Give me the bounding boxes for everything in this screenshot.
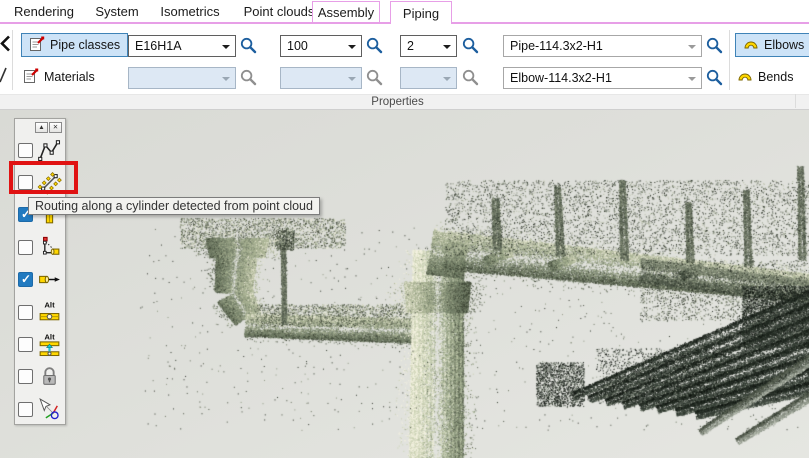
elbows-button[interactable]: Elbows [735, 33, 809, 57]
tab-piping[interactable]: Piping [390, 1, 452, 24]
pipe-size-value: 100 [287, 39, 308, 53]
svg-text:Alt: Alt [44, 300, 55, 309]
checkbox-alt-branch[interactable] [18, 337, 33, 352]
panel-close-button[interactable]: ✕ [49, 122, 62, 133]
lock-icon[interactable] [36, 363, 62, 391]
materials-label: Materials [44, 70, 95, 84]
checkbox-routing-along-cylinder[interactable] [18, 175, 33, 190]
tool-row-alt-cylinder[interactable]: Alt [15, 296, 65, 328]
alt-branch-arrow-icon[interactable]: Alt [36, 331, 62, 359]
application-window: Rendering System Isometrics Point clouds… [0, 0, 809, 458]
search-pipe-part-icon[interactable] [705, 36, 724, 55]
chevron-down-icon[interactable] [443, 77, 451, 81]
chevron-down-icon[interactable] [688, 77, 696, 81]
tool-row-lock[interactable] [15, 361, 65, 393]
bends-label: Bends [758, 70, 793, 84]
checkbox-polyline-route[interactable] [18, 143, 33, 158]
tool-row-free-move-triad[interactable] [15, 393, 65, 425]
tool-row-extend-cylinder[interactable] [15, 264, 65, 296]
chevron-down-icon[interactable] [348, 77, 356, 81]
search-material-size-icon[interactable] [365, 68, 384, 87]
tooltip: Routing along a cylinder detected from p… [28, 197, 320, 215]
chevron-down-icon[interactable] [222, 77, 230, 81]
tab-rendering[interactable]: Rendering [8, 1, 80, 22]
chevron-down-icon[interactable] [443, 45, 451, 49]
elbows-label: Elbows [764, 38, 804, 52]
extend-cylinder-arrow-icon[interactable] [36, 266, 62, 294]
checkbox-angle-from-cylinder[interactable] [18, 240, 33, 255]
materials-icon [23, 68, 39, 87]
checkbox-extend-cylinder[interactable] [18, 272, 33, 287]
bend-icon [737, 69, 753, 85]
tab-assembly[interactable]: Assembly [312, 1, 380, 22]
checkbox-free-move-triad[interactable] [18, 402, 33, 417]
tool-row-polyline-route[interactable] [15, 134, 65, 166]
3d-viewport[interactable]: ▲ ✕ [0, 110, 809, 458]
checkbox-alt-cylinder[interactable] [18, 305, 33, 320]
pipe-schedule-value: 2 [407, 39, 414, 53]
chevron-down-icon[interactable] [348, 45, 356, 49]
tool-row-angle-from-cylinder[interactable] [15, 231, 65, 263]
pipe-size-combobox[interactable]: 100 [280, 35, 362, 57]
svg-text:Alt: Alt [44, 332, 55, 341]
pipe-class-combobox[interactable]: E16H1A [128, 35, 236, 57]
pipe-classes-button[interactable]: Pipe classes [21, 33, 128, 57]
tab-isometrics[interactable]: Isometrics [152, 1, 228, 22]
pipe-classes-icon [29, 36, 45, 55]
tab-point-clouds[interactable]: Point clouds [236, 1, 322, 22]
ribbon-separator [729, 30, 730, 90]
chevron-down-icon[interactable] [222, 45, 230, 49]
tab-system[interactable]: System [88, 1, 146, 22]
ribbon-properties-group: Pipe classes E16H1A 100 2 Pipe-114.3x2-H… [0, 24, 809, 94]
elbow-icon [743, 37, 759, 53]
tool-row-alt-branch[interactable]: Alt [15, 328, 65, 360]
routing-along-cylinder-icon[interactable] [36, 169, 62, 197]
ribbon-tab-bar: Rendering System Isometrics Point clouds… [0, 0, 809, 24]
free-move-triad-icon[interactable] [36, 395, 62, 423]
polyline-route-icon[interactable] [36, 136, 62, 164]
pipe-class-value: E16H1A [135, 39, 182, 53]
search-pipe-size-icon[interactable] [365, 36, 384, 55]
material-class-combobox[interactable] [128, 67, 236, 89]
search-material-schedule-icon[interactable] [461, 68, 480, 87]
search-material-class-icon[interactable] [239, 68, 258, 87]
bends-button[interactable]: Bends [735, 65, 795, 89]
pipe-part-combobox[interactable]: Pipe-114.3x2-H1 [503, 35, 702, 57]
tooltip-text: Routing along a cylinder detected from p… [35, 199, 313, 213]
ribbon-group-bar: Properties [0, 94, 809, 110]
material-size-combobox[interactable] [280, 67, 362, 89]
point-cloud-render[interactable] [0, 110, 809, 458]
search-pipe-class-icon[interactable] [239, 36, 258, 55]
elbow-part-combobox[interactable]: Elbow-114.3x2-H1 [503, 67, 702, 89]
group-label-properties: Properties [0, 96, 795, 108]
chevron-down-icon[interactable] [688, 45, 696, 49]
routing-tool-panel: ▲ ✕ [14, 118, 66, 425]
tool-row-routing-along-cylinder[interactable] [15, 166, 65, 198]
pipe-part-value: Pipe-114.3x2-H1 [510, 39, 603, 53]
alt-cylinder-icon[interactable]: Alt [36, 298, 62, 326]
chevron-left-icon[interactable] [0, 35, 10, 57]
panel-collapse-button[interactable]: ▲ [35, 122, 48, 133]
search-pipe-schedule-icon[interactable] [461, 36, 480, 55]
checkbox-lock[interactable] [18, 369, 33, 384]
elbow-part-value: Elbow-114.3x2-H1 [510, 71, 612, 85]
pipe-schedule-combobox[interactable]: 2 [400, 35, 457, 57]
panel-titlebar[interactable]: ▲ ✕ [15, 119, 65, 134]
materials-button[interactable]: Materials [21, 65, 97, 89]
material-schedule-combobox[interactable] [400, 67, 457, 89]
clipped-panel-mark [0, 67, 7, 88]
search-elbow-part-icon[interactable] [705, 68, 724, 87]
angle-from-cylinder-icon[interactable] [36, 233, 62, 261]
ribbon-separator [12, 30, 13, 90]
pipe-classes-label: Pipe classes [50, 38, 120, 52]
